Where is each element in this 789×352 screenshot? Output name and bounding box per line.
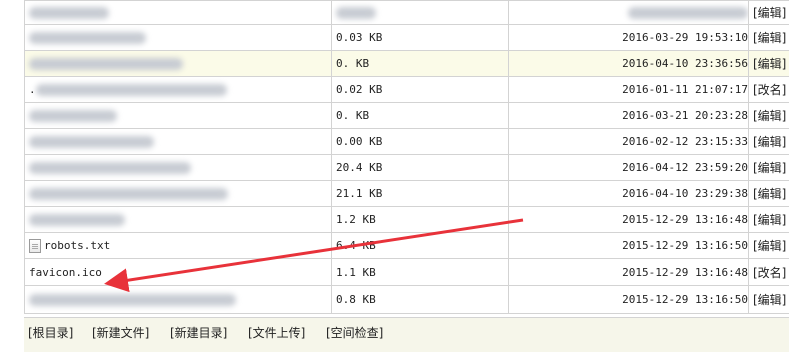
space-check-button[interactable]: [空间检查] <box>326 324 383 341</box>
file-size-cell: 0.8 KB <box>332 286 509 314</box>
edit-link[interactable]: [编辑] <box>749 1 789 25</box>
redacted-file-name <box>29 136 154 148</box>
redacted-file-name <box>36 84 227 96</box>
file-name-cell[interactable] <box>25 129 332 155</box>
file-row: 0.8 KB2015-12-29 13:16:50[编辑] <box>25 286 789 314</box>
file-mtime-cell: 2016-03-21 20:23:28 <box>509 103 749 129</box>
file-mtime-cell: 2015-12-29 13:16:48 <box>509 207 749 233</box>
file-name-cell[interactable]: favicon.ico <box>25 259 332 286</box>
edit-link[interactable]: [编辑] <box>749 286 789 314</box>
edit-link[interactable]: [编辑] <box>749 25 789 51</box>
file-size-cell: 21.1 KB <box>332 181 509 207</box>
file-name-cell[interactable] <box>25 51 332 77</box>
file-mtime-cell: 2015-12-29 13:16:50 <box>509 233 749 259</box>
redacted-file-name <box>29 162 191 174</box>
file-size-cell: 1.1 KB <box>332 259 509 286</box>
file-name[interactable]: favicon.ico <box>29 266 102 279</box>
redacted-file-name <box>29 7 109 19</box>
file-name-cell[interactable] <box>25 155 332 181</box>
redacted-file-size <box>336 7 376 19</box>
redacted-file-name <box>29 214 125 226</box>
redacted-file-name <box>29 294 236 306</box>
file-mtime-cell: 2016-04-10 23:29:38 <box>509 181 749 207</box>
file-size-cell <box>332 1 509 25</box>
file-size-cell: 0.02 KB <box>332 77 509 103</box>
redacted-file-mtime <box>628 7 748 19</box>
file-name-cell[interactable] <box>25 25 332 51</box>
file-name[interactable]: . <box>29 83 36 96</box>
file-mtime-cell: 2015-12-29 13:16:50 <box>509 286 749 314</box>
file-name-cell[interactable] <box>25 103 332 129</box>
new-dir-button[interactable]: [新建目录] <box>170 324 227 341</box>
rename-link[interactable]: [改名] <box>749 259 789 286</box>
file-mtime-cell: 2016-01-11 21:07:17 <box>509 77 749 103</box>
redacted-file-name <box>29 32 146 44</box>
file-size-cell: 20.4 KB <box>332 155 509 181</box>
file-size-cell: 0. KB <box>332 103 509 129</box>
file-mtime-cell: 2016-04-12 23:59:20 <box>509 155 749 181</box>
file-row: 0.00 KB2016-02-12 23:15:33[编辑] <box>25 129 789 155</box>
upload-file-button[interactable]: [文件上传] <box>248 324 305 341</box>
file-name-cell[interactable]: . <box>25 77 332 103</box>
redacted-file-name <box>29 188 228 200</box>
file-row: 0.03 KB2016-03-29 19:53:10[编辑] <box>25 25 789 51</box>
redacted-file-name <box>29 58 183 70</box>
file-row: robots.txt 6.4 KB2015-12-29 13:16:50[编辑] <box>25 233 789 259</box>
file-toolbar: [根目录] [新建文件] [新建目录] [文件上传] [空间检查] <box>24 317 789 352</box>
root-dir-button[interactable]: [根目录] <box>28 324 73 341</box>
redacted-file-name <box>29 110 117 122</box>
file-mtime-cell: 2016-02-12 23:15:33 <box>509 129 749 155</box>
file-row: favicon.ico 1.1 KB2015-12-29 13:16:48[改名] <box>25 259 789 286</box>
file-size-cell: 0.00 KB <box>332 129 509 155</box>
file-row: . 0.02 KB2016-01-11 21:07:17[改名] <box>25 77 789 103</box>
file-name[interactable]: robots.txt <box>44 239 110 252</box>
file-row: 0. KB2016-04-10 23:36:56[编辑] <box>25 51 789 77</box>
edit-link[interactable]: [编辑] <box>749 207 789 233</box>
file-row: [编辑] <box>25 1 789 25</box>
new-file-button[interactable]: [新建文件] <box>92 324 149 341</box>
file-size-cell: 0. KB <box>332 51 509 77</box>
edit-link[interactable]: [编辑] <box>749 155 789 181</box>
file-row: 1.2 KB2015-12-29 13:16:48[编辑] <box>25 207 789 233</box>
file-mtime-cell: 2016-03-29 19:53:10 <box>509 25 749 51</box>
edit-link[interactable]: [编辑] <box>749 103 789 129</box>
file-name-cell[interactable] <box>25 181 332 207</box>
rename-link[interactable]: [改名] <box>749 77 789 103</box>
file-list-table: [编辑]0.03 KB2016-03-29 19:53:10[编辑]0. KB2… <box>24 0 789 314</box>
text-file-icon <box>29 239 41 253</box>
file-name-cell[interactable] <box>25 1 332 25</box>
file-name-cell[interactable] <box>25 286 332 314</box>
file-name-cell[interactable]: robots.txt <box>25 233 332 259</box>
edit-link[interactable]: [编辑] <box>749 233 789 259</box>
edit-link[interactable]: [编辑] <box>749 181 789 207</box>
file-row: 21.1 KB2016-04-10 23:29:38[编辑] <box>25 181 789 207</box>
file-size-cell: 6.4 KB <box>332 233 509 259</box>
file-row: 0. KB2016-03-21 20:23:28[编辑] <box>25 103 789 129</box>
file-name-cell[interactable] <box>25 207 332 233</box>
file-mtime-cell <box>509 1 749 25</box>
file-mtime-cell: 2016-04-10 23:36:56 <box>509 51 749 77</box>
file-size-cell: 0.03 KB <box>332 25 509 51</box>
edit-link[interactable]: [编辑] <box>749 129 789 155</box>
file-row: 20.4 KB2016-04-12 23:59:20[编辑] <box>25 155 789 181</box>
file-mtime-cell: 2015-12-29 13:16:48 <box>509 259 749 286</box>
file-size-cell: 1.2 KB <box>332 207 509 233</box>
edit-link[interactable]: [编辑] <box>749 51 789 77</box>
